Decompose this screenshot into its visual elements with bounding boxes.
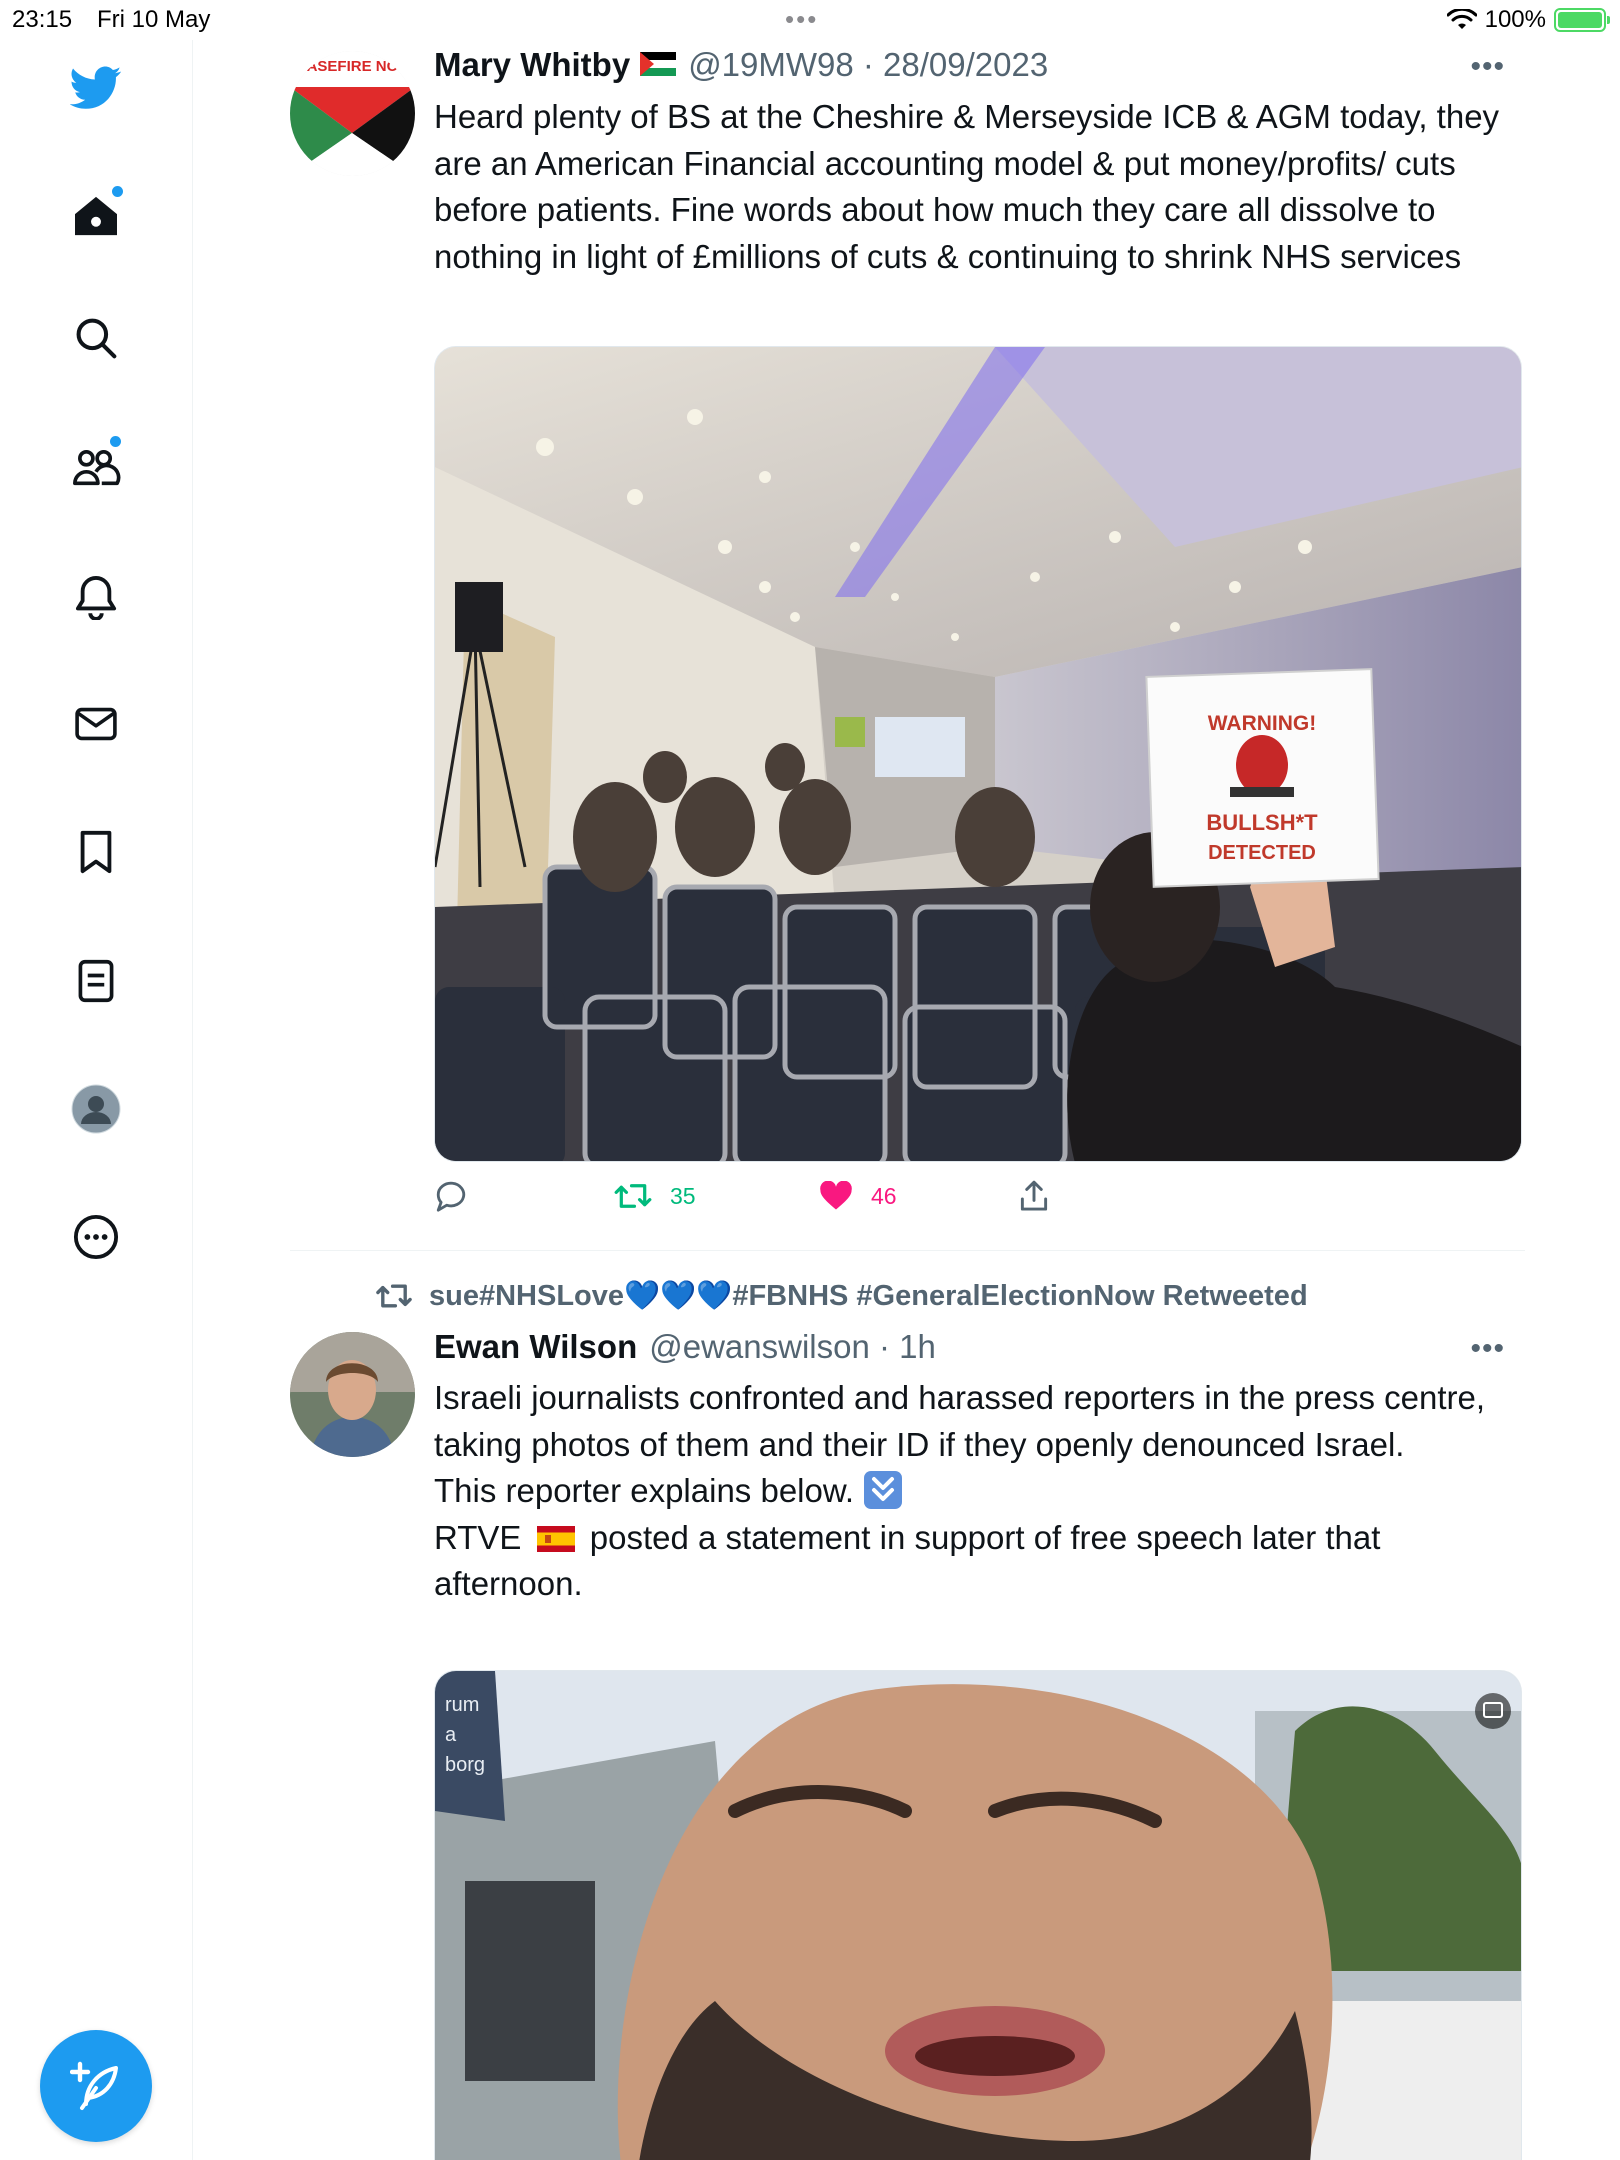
tweet-video[interactable]: rum a borg	[434, 1670, 1522, 2160]
tweet[interactable]: ASEFIRE NC Mary Whitby @19MW98 · 28/09/2…	[290, 40, 1525, 1250]
retweet-icon	[614, 1184, 652, 1208]
multitasking-dots-icon[interactable]: •••	[785, 4, 818, 35]
tweet[interactable]: Ewan Wilson @ewanswilson · 1h ••• Israel…	[290, 1320, 1525, 2160]
tweet-text-line-3: RTVE posted a statement in support of fr…	[434, 1515, 1514, 1608]
tweet-text-line-3-after: posted a statement in support of free sp…	[434, 1518, 1381, 1603]
tweet-text: Israeli journalists confronted and haras…	[434, 1375, 1514, 1608]
sign-detected-text: DETECTED	[1208, 842, 1316, 864]
tweet-actions: 35 46	[434, 1180, 1049, 1212]
home-icon[interactable]	[68, 186, 124, 244]
compose-button[interactable]	[40, 2030, 152, 2142]
double-down-arrow-emoji-icon	[864, 1471, 903, 1509]
wifi-icon	[1446, 9, 1477, 29]
video-settings-icon[interactable]	[1475, 1693, 1511, 1729]
list-icon[interactable]	[68, 953, 124, 1009]
status-right: 100%	[1446, 6, 1610, 34]
battery-percent: 100%	[1484, 6, 1546, 33]
sign-warning-text: WARNING!	[1208, 712, 1317, 735]
author-handle-and-time[interactable]: @ewanswilson · 1h	[649, 1328, 936, 1366]
reply-button[interactable]	[434, 1180, 614, 1212]
profile-avatar-icon[interactable]	[68, 1081, 124, 1137]
tweet-photo[interactable]: WARNING! BULLSH*T DETECTED	[434, 346, 1522, 1162]
communities-notification-dot	[110, 436, 121, 447]
author-handle-and-date[interactable]: @19MW98 · 28/09/2023	[688, 46, 1048, 84]
spain-flag-icon	[536, 1525, 575, 1552]
retweeted-by-text: sue#NHSLove💙💙💙#FBNHS #GeneralElectionNow…	[429, 1280, 1308, 1312]
more-circle-icon[interactable]	[68, 1209, 124, 1265]
tweet-text-line-3-before: RTVE	[434, 1518, 522, 1556]
author-avatar[interactable]	[290, 1332, 415, 1457]
battery-icon	[1554, 8, 1610, 32]
heart-filled-icon	[820, 1181, 852, 1210]
like-count: 46	[871, 1182, 897, 1209]
tweet-text: Heard plenty of BS at the Cheshire & Mer…	[434, 98, 1500, 275]
retweeted-by-line[interactable]: sue#NHSLove💙💙💙#FBNHS #GeneralElectionNow…	[375, 1279, 1308, 1313]
sidebar	[0, 40, 193, 2160]
battery-fill	[1558, 12, 1602, 28]
tweet-text-line-1: Israeli journalists confronted and haras…	[434, 1379, 1486, 1463]
like-button[interactable]: 46	[819, 1181, 1019, 1211]
tweet-text-line-2: This reporter explains below.	[434, 1468, 1514, 1515]
author-name[interactable]: Ewan Wilson	[434, 1328, 637, 1366]
bell-icon[interactable]	[68, 569, 124, 625]
author-avatar[interactable]: ASEFIRE NC	[290, 51, 415, 176]
tweet-divider	[290, 1250, 1525, 1251]
reply-icon	[436, 1181, 466, 1212]
more-options-icon[interactable]: •••	[1470, 50, 1505, 84]
tweet-header: Mary Whitby @19MW98 · 28/09/2023	[434, 46, 1048, 84]
tweet-text-line-2-text: This reporter explains below.	[434, 1472, 855, 1509]
share-button[interactable]	[1019, 1180, 1049, 1212]
retweet-count: 35	[670, 1182, 696, 1209]
sign-bullshit-text: BULLSH*T	[1206, 810, 1318, 835]
status-date: Fri 10 May	[97, 6, 211, 33]
twitter-logo-icon[interactable]	[68, 60, 124, 116]
compose-feather-icon	[70, 2061, 118, 2110]
author-name[interactable]: Mary Whitby	[434, 46, 630, 84]
status-time: 23:15	[12, 6, 73, 33]
search-icon[interactable]	[68, 310, 124, 366]
retweet-small-icon	[376, 1284, 412, 1308]
status-bar: 23:15 Fri 10 May ••• 100%	[0, 0, 1620, 40]
share-icon	[1020, 1180, 1048, 1211]
bookmark-icon[interactable]	[68, 824, 124, 880]
retweet-button[interactable]: 35	[614, 1181, 819, 1211]
palestine-flag-icon	[640, 52, 677, 76]
avatar-banner-text: ASEFIRE NC	[307, 58, 398, 75]
tweet-header: Ewan Wilson @ewanswilson · 1h	[434, 1328, 936, 1366]
more-options-icon[interactable]: •••	[1470, 1332, 1505, 1366]
communities-icon[interactable]	[68, 436, 124, 494]
home-notification-dot	[112, 186, 123, 197]
mail-icon[interactable]	[68, 696, 124, 752]
